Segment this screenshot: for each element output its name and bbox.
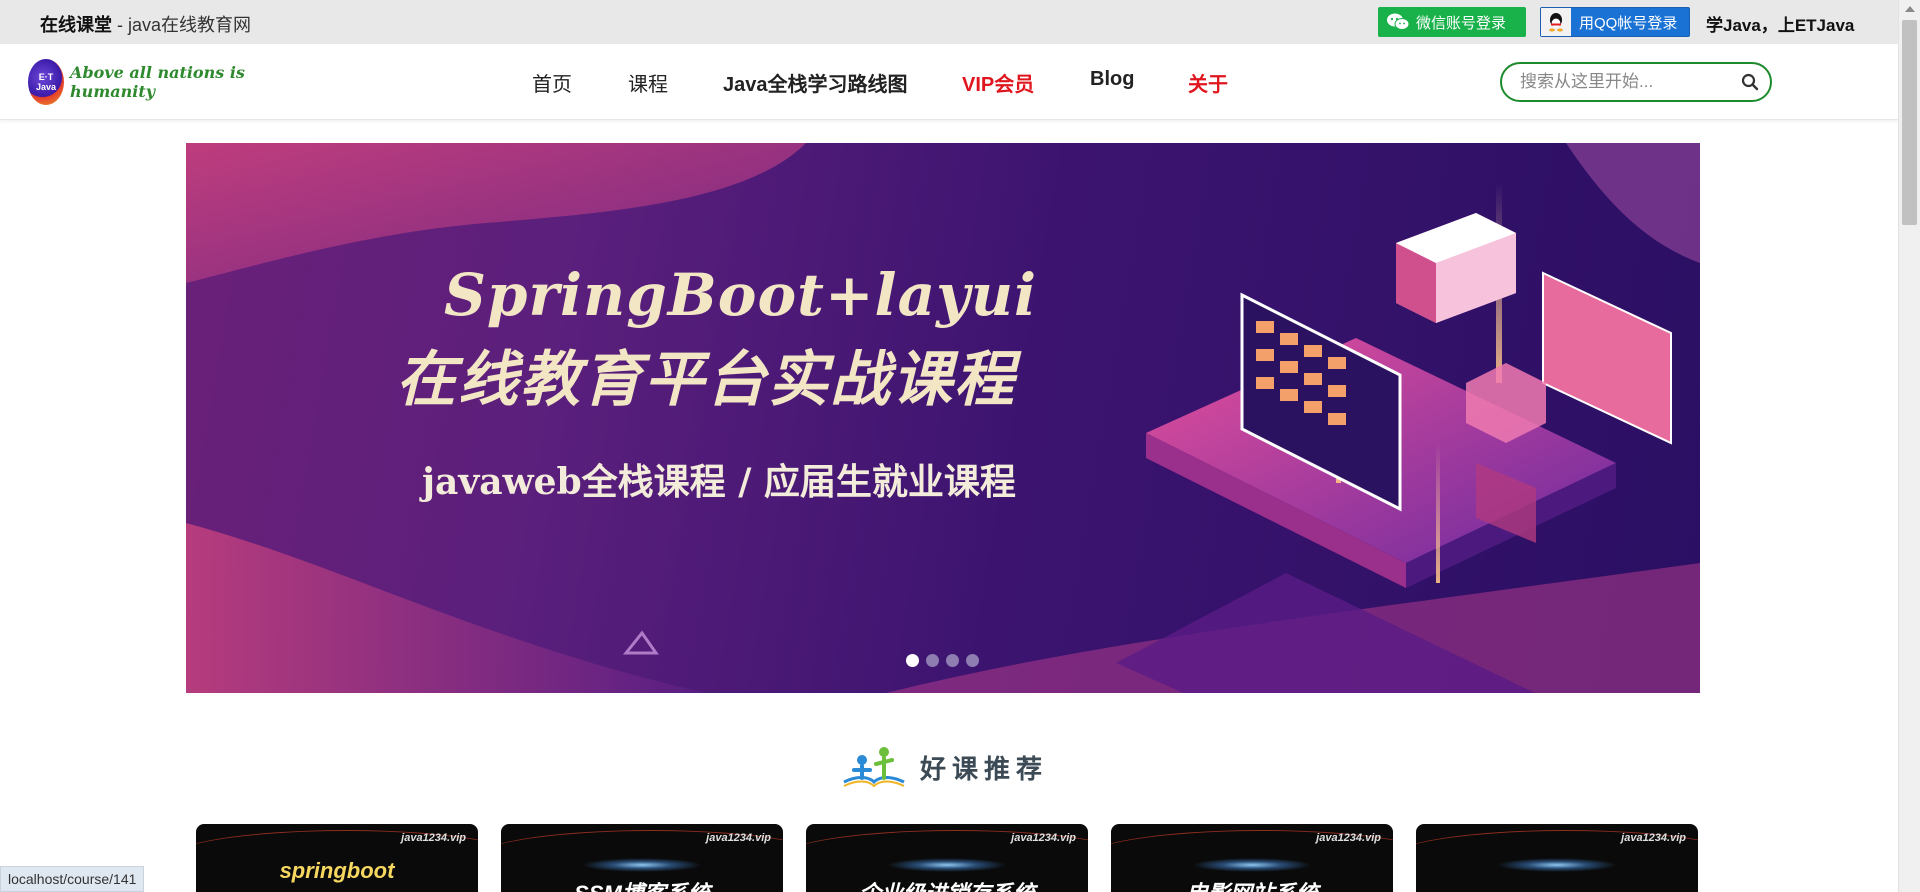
main-nav: E·T Java Above all nations is humanity 首…	[0, 44, 1898, 120]
card-brand: java1234.vip	[401, 832, 466, 844]
site-name: 在线课堂 - java在线教育网	[40, 15, 252, 35]
carousel-indicators	[906, 654, 979, 667]
card-light-flare	[582, 858, 702, 872]
search-box	[1500, 62, 1772, 102]
wechat-login-label: 微信账号登录	[1416, 14, 1507, 32]
recommend-heading: 好课推荐	[840, 742, 1048, 792]
page-scrollbar[interactable]	[1898, 0, 1920, 892]
reading-person-icon	[843, 747, 905, 788]
card-title: SSM博客系统	[501, 876, 783, 892]
card-brand: java1234.vip	[1011, 832, 1076, 844]
course-card[interactable]: java1234.vip 电影网站系统	[1111, 824, 1393, 892]
carousel-dot-2[interactable]	[926, 654, 939, 667]
card-brand: java1234.vip	[1621, 832, 1686, 844]
nav-home[interactable]: 首页	[532, 68, 572, 97]
carousel-dot-3[interactable]	[946, 654, 959, 667]
nav-vip[interactable]: VIP会员	[962, 68, 1034, 97]
course-card[interactable]: java1234.vip SSM博客系统	[501, 824, 783, 892]
logo-badge-icon: E·T Java	[28, 59, 65, 105]
card-brand: java1234.vip	[706, 832, 771, 844]
card-light-flare	[1497, 858, 1617, 872]
wechat-login-button[interactable]: 微信账号登录	[1378, 7, 1526, 37]
nav-java-roadmap[interactable]: Java全栈学习路线图	[723, 68, 908, 97]
scroll-thumb[interactable]	[1902, 20, 1917, 225]
course-card[interactable]: java1234.vip springboot	[196, 824, 478, 892]
wechat-icon	[1387, 13, 1410, 30]
banner-illustration	[186, 143, 1700, 693]
nav-about[interactable]: 关于	[1188, 68, 1228, 97]
search-input[interactable]	[1520, 72, 1730, 92]
nav-blog[interactable]: Blog	[1090, 68, 1134, 91]
search-icon[interactable]	[1740, 72, 1760, 92]
carousel-dot-4[interactable]	[966, 654, 979, 667]
link-status-bar: localhost/course/141	[0, 866, 145, 892]
banner-title: SpringBoot+layui	[444, 261, 1038, 329]
qq-login-label: 用QQ帐号登录	[1579, 14, 1678, 32]
course-card[interactable]: java1234.vip 企业级进销存系统	[806, 824, 1088, 892]
card-brand: java1234.vip	[1316, 832, 1381, 844]
recommend-title: 好课推荐	[920, 753, 1049, 784]
card-light-flare	[887, 858, 1007, 872]
card-light-flare	[1192, 858, 1312, 872]
site-logo[interactable]: E·T Java Above all nations is humanity	[28, 57, 278, 107]
qq-login-button[interactable]: 用QQ帐号登录	[1540, 7, 1690, 37]
banner-subtitle: 在线教育平台实战课程	[396, 345, 1016, 415]
card-title: 企业级进销存系统	[806, 876, 1088, 892]
slogan: 学Java，上ETJava	[1706, 16, 1855, 35]
logo-text: Above all nations is humanity	[70, 63, 245, 101]
carousel-banner[interactable]: SpringBoot+layui 在线教育平台实战课程 javaweb全栈课程 …	[186, 143, 1700, 693]
qq-icon	[1541, 8, 1571, 36]
carousel-dot-1[interactable]	[906, 654, 919, 667]
card-title: 电影网站系统	[1111, 876, 1393, 892]
course-card[interactable]: java1234.vip	[1416, 824, 1698, 892]
card-title: springboot	[279, 858, 395, 883]
banner-tagline: javaweb全栈课程 / 应届生就业课程	[422, 461, 1016, 503]
browser-viewport: 在线课堂 - java在线教育网 微信账号登录 用QQ帐号登录 学Java，上E…	[0, 0, 1920, 892]
top-bar: 在线课堂 - java在线教育网 微信账号登录 用QQ帐号登录 学Java，上E…	[0, 0, 1898, 44]
scroll-up-arrow-icon[interactable]	[1905, 6, 1915, 12]
nav-course[interactable]: 课程	[628, 68, 668, 97]
